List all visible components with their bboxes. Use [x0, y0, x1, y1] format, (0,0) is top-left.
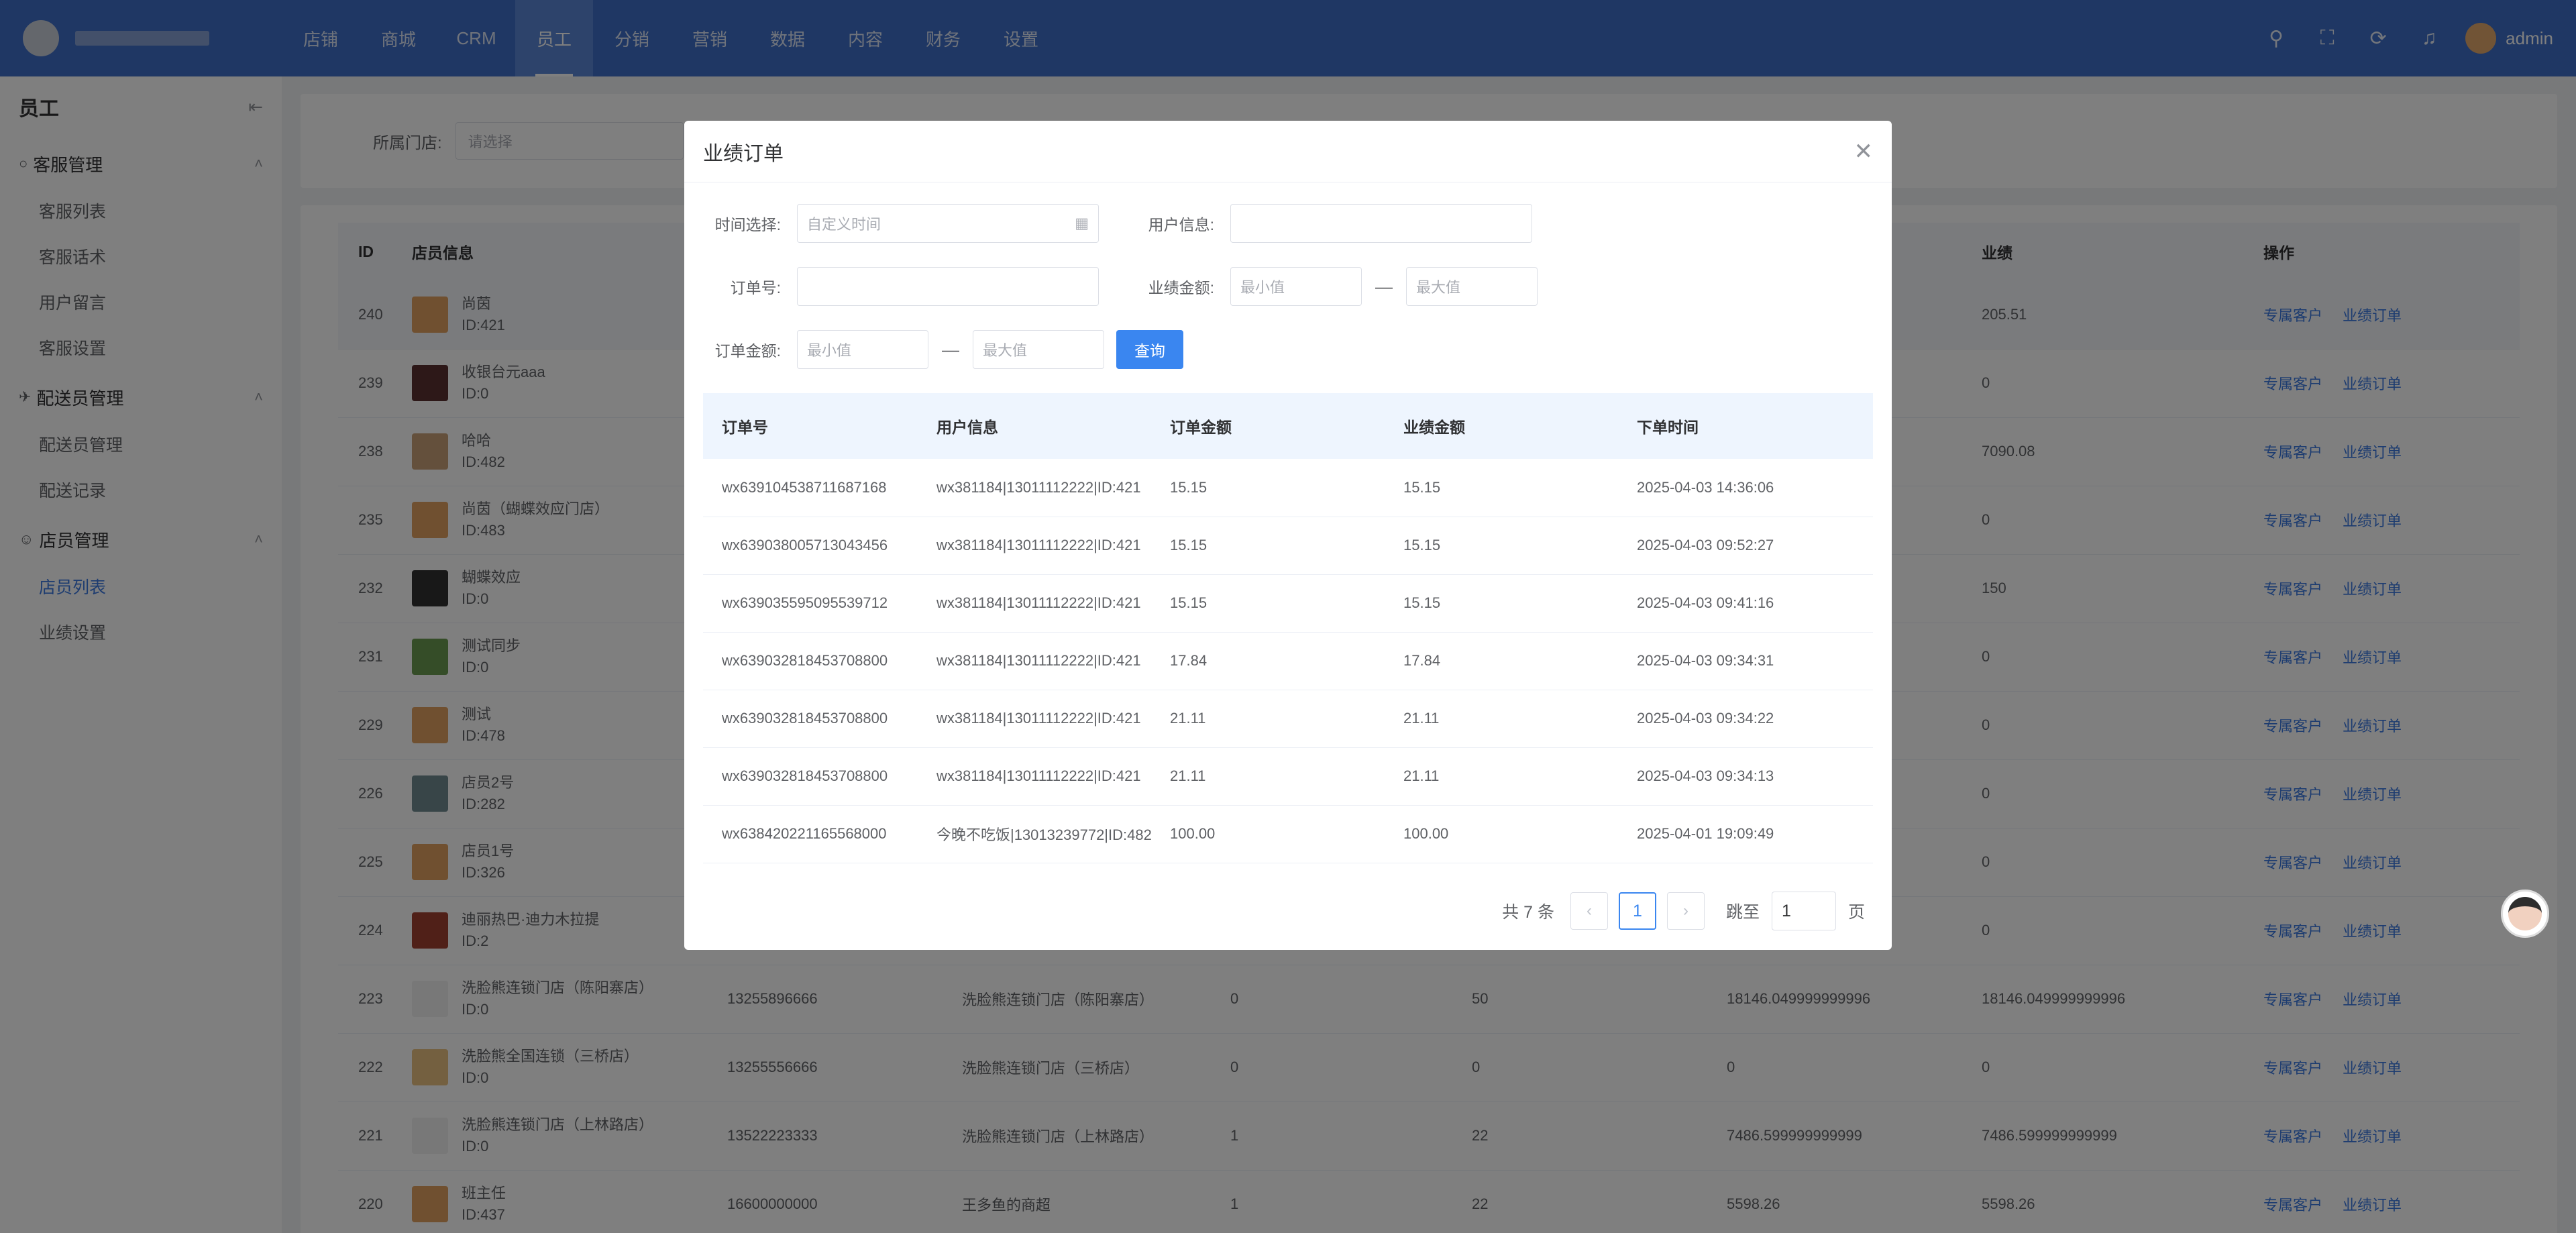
customer-service-float-button[interactable]: [2501, 890, 2549, 938]
order-no: wx638420221165568000: [703, 805, 918, 863]
dialog-header: 业绩订单 ✕: [684, 121, 1892, 182]
order-no: wx639104538711687168: [703, 459, 918, 517]
order-amount: 21.11: [1151, 690, 1385, 748]
user-info: wx381184|13011112222|ID:421: [918, 747, 1151, 806]
range-dash: —: [1375, 276, 1393, 297]
perf-amount-min-input[interactable]: 最小值: [1230, 267, 1362, 306]
user-info: wx381184|13011112222|ID:421: [918, 690, 1151, 748]
jump-page-input[interactable]: 1: [1771, 892, 1836, 930]
user-info: wx381184|13011112222|ID:421: [918, 632, 1151, 690]
perf-amount: 15.15: [1385, 459, 1618, 517]
table-row: wx639038005713043456 wx381184|13011112222…: [703, 517, 1873, 575]
pagination: 共 7 条 ‹ 1 › 跳至 1 页: [1502, 891, 1865, 931]
orders-table-header: 用户信息: [918, 393, 1151, 459]
table-row: wx639032818453708800 wx381184|13011112222…: [703, 632, 1873, 690]
order-time: 2025-04-03 09:34:13: [1618, 747, 1873, 806]
order-time: 2025-04-03 09:41:16: [1618, 574, 1873, 633]
calendar-icon: ▦: [1075, 215, 1089, 231]
form-row-1: 时间选择: 自定义时间 ▦ 用户信息:: [684, 204, 1892, 243]
table-row: wx639104538711687168 wx381184|13011112222…: [703, 459, 1873, 517]
prev-page-icon[interactable]: ‹: [1570, 892, 1608, 930]
order-no-input[interactable]: [797, 267, 1099, 306]
jump-label: 跳至: [1725, 903, 1760, 922]
user-info: wx381184|13011112222|ID:421: [918, 517, 1151, 575]
order-amount: 15.15: [1151, 574, 1385, 633]
user-info: wx381184|13011112222|ID:421: [918, 574, 1151, 633]
order-time: 2025-04-03 09:34:22: [1618, 690, 1873, 748]
order-no-label: 订单号:: [730, 279, 781, 297]
close-icon[interactable]: ✕: [1854, 138, 1874, 165]
page-unit: 页: [1847, 903, 1865, 922]
table-row: wx639035595095539712 wx381184|13011112222…: [703, 574, 1873, 633]
form-row-3: 订单金额: 最小值 — 最大值 查询: [684, 330, 1892, 369]
order-amount: 21.11: [1151, 747, 1385, 806]
perf-amount: 21.11: [1385, 690, 1618, 748]
table-row: wx638420221165568000 今晚不吃饭|13013239772|ID…: [703, 805, 1873, 863]
date-placeholder: 自定义时间: [807, 216, 881, 233]
perf-amount-label: 业绩金额:: [1148, 279, 1214, 297]
perf-amount: 15.15: [1385, 574, 1618, 633]
agent-avatar-icon: [2508, 897, 2542, 930]
page-number-current[interactable]: 1: [1618, 892, 1656, 930]
perf-amount: 17.84: [1385, 632, 1618, 690]
user-info-label: 用户信息:: [1148, 216, 1214, 233]
order-no: wx639035595095539712: [703, 574, 918, 633]
next-page-icon[interactable]: ›: [1666, 892, 1705, 930]
order-amount-max-input[interactable]: 最大值: [973, 330, 1104, 369]
total-count: 共 7 条: [1502, 903, 1554, 922]
table-row: wx639032818453708800 wx381184|13011112222…: [703, 747, 1873, 806]
user-info: 今晚不吃饭|13013239772|ID:482: [918, 805, 1151, 863]
order-no: wx639032818453708800: [703, 690, 918, 748]
perf-amount-max-input[interactable]: 最大值: [1406, 267, 1538, 306]
form-row-2: 订单号: 业绩金额: 最小值 — 最大值: [684, 267, 1892, 306]
order-amount: 15.15: [1151, 459, 1385, 517]
perf-amount: 21.11: [1385, 747, 1618, 806]
orders-table: 订单号 用户信息 订单金额 业绩金额 下单时间 wx639104538711687168…: [703, 393, 1873, 863]
order-amount: 15.15: [1151, 517, 1385, 575]
perf-amount: 15.15: [1385, 517, 1618, 575]
order-time: 2025-04-03 09:52:27: [1618, 517, 1873, 575]
order-time: 2025-04-03 09:34:31: [1618, 632, 1873, 690]
order-no: wx639032818453708800: [703, 632, 918, 690]
order-time: 2025-04-01 19:09:49: [1618, 805, 1873, 863]
date-range-picker[interactable]: 自定义时间 ▦: [797, 204, 1099, 243]
orders-table-header: 业绩金额: [1385, 393, 1618, 459]
order-no: wx639038005713043456: [703, 517, 918, 575]
range-dash: —: [942, 339, 959, 360]
orders-table-header: 下单时间: [1618, 393, 1873, 459]
user-info-input[interactable]: [1230, 204, 1532, 243]
order-amount: 100.00: [1151, 805, 1385, 863]
orders-table-header: 订单金额: [1151, 393, 1385, 459]
order-time: 2025-04-03 14:36:06: [1618, 459, 1873, 517]
time-label: 时间选择:: [714, 216, 781, 233]
user-info: wx381184|13011112222|ID:421: [918, 459, 1151, 517]
query-button[interactable]: 查询: [1116, 330, 1183, 369]
orders-table-header: 订单号: [703, 393, 918, 459]
order-amount-label: 订单金额:: [714, 342, 781, 360]
performance-orders-dialog: 业绩订单 ✕ 时间选择: 自定义时间 ▦ 用户信息: 订单号: 业绩金额: 最小…: [684, 121, 1892, 950]
order-amount-min-input[interactable]: 最小值: [797, 330, 928, 369]
table-row: wx639032818453708800 wx381184|13011112222…: [703, 690, 1873, 748]
order-no: wx639032818453708800: [703, 747, 918, 806]
perf-amount: 100.00: [1385, 805, 1618, 863]
dialog-title: 业绩订单: [703, 142, 784, 165]
order-amount: 17.84: [1151, 632, 1385, 690]
